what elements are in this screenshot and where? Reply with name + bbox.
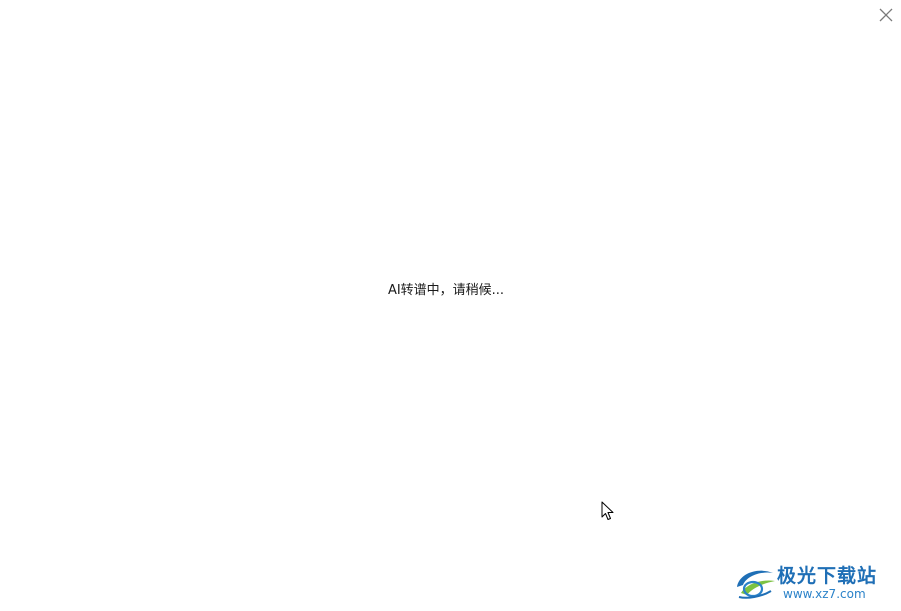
close-icon	[879, 8, 893, 22]
watermark-url: www.xz7.com	[783, 587, 866, 601]
close-button[interactable]	[877, 6, 895, 24]
loading-status-text: AI转谱中，请稍候...	[387, 283, 505, 298]
watermark: 极光下载站 www.xz7.com	[733, 559, 893, 605]
watermark-name: 极光下载站	[777, 565, 878, 587]
xz7-logo-icon	[737, 570, 775, 599]
transcription-dialog: AI转谱中，请稍候... 极光下载站 www.xz7.com	[0, 0, 901, 611]
mouse-pointer-icon	[601, 501, 614, 520]
